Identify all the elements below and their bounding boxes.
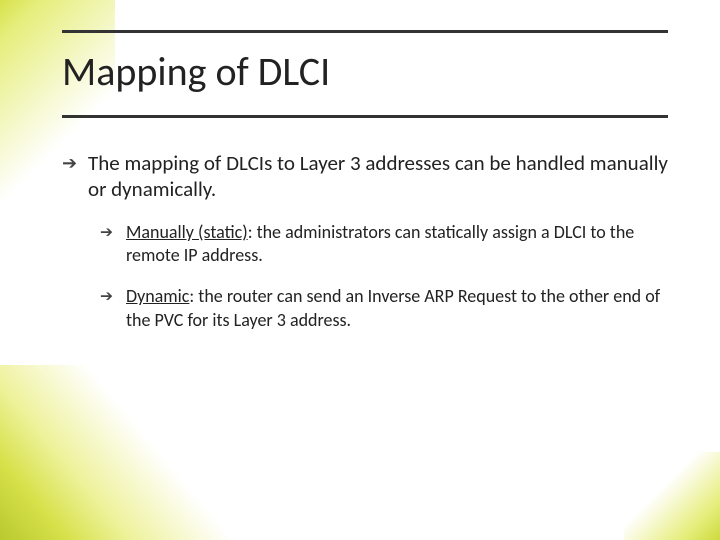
bullet-level2: ➔ Manually (static): the administrators … <box>100 221 668 268</box>
bullet-text: Manually (static): the administrators ca… <box>126 221 668 268</box>
underlined-term: Manually (static) <box>126 221 248 243</box>
underlined-term: Dynamic <box>126 285 189 307</box>
title-block: Mapping of DLCI <box>62 30 668 118</box>
decor-bottom-right <box>624 452 720 540</box>
arrow-icon: ➔ <box>62 152 82 174</box>
rest-text: : the router can send an Inverse ARP Req… <box>126 285 660 330</box>
bullet-level1: ➔ The mapping of DLCIs to Layer 3 addres… <box>62 150 668 203</box>
bullet-text: Dynamic: the router can send an Inverse … <box>126 285 668 332</box>
slide: Mapping of DLCI ➔ The mapping of DLCIs t… <box>0 0 720 540</box>
arrow-icon: ➔ <box>100 287 120 307</box>
bullet-text: The mapping of DLCIs to Layer 3 addresse… <box>88 150 668 203</box>
slide-body: ➔ The mapping of DLCIs to Layer 3 addres… <box>62 150 668 350</box>
arrow-icon: ➔ <box>100 223 120 243</box>
bullet-level2: ➔ Dynamic: the router can send an Invers… <box>100 285 668 332</box>
decor-bottom-left <box>0 365 230 540</box>
slide-title: Mapping of DLCI <box>62 51 668 93</box>
